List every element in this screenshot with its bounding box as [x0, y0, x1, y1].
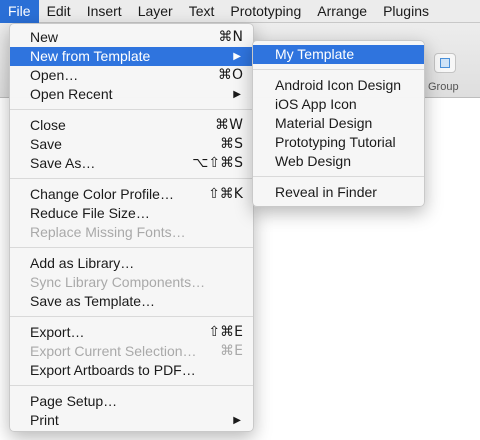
menu-item-change-color-profile[interactable]: Change Color Profile… ⇧⌘K [10, 185, 253, 204]
group-label: Group [428, 81, 459, 93]
menu-item-sync-library-components: Sync Library Components… [10, 273, 253, 292]
menu-bar: File Edit Insert Layer Text Prototyping … [0, 0, 480, 23]
menu-item-label: Save [30, 136, 62, 152]
menu-item-open[interactable]: Open… ⌘O [10, 66, 253, 85]
shortcut: ⇧⌘K [208, 186, 243, 202]
menu-item-label: Replace Missing Fonts… [30, 224, 186, 240]
menu-item-label: Close [30, 117, 66, 133]
menu-item-label: Open Recent [30, 86, 113, 102]
menu-separator [10, 247, 253, 248]
menu-item-label: Open… [30, 67, 79, 83]
submenu-item-template[interactable]: Web Design [253, 152, 424, 171]
submenu-item-template[interactable]: Prototyping Tutorial [253, 133, 424, 152]
menu-item-print[interactable]: Print ▶ [10, 411, 253, 430]
menu-separator [10, 385, 253, 386]
submenu-arrow-icon: ▶ [233, 415, 241, 426]
group-button[interactable] [434, 53, 456, 73]
menu-item-label: Save As… [30, 155, 96, 171]
shortcut: ⌥⇧⌘S [192, 155, 243, 171]
menu-separator [10, 109, 253, 110]
submenu-arrow-icon: ▶ [233, 89, 241, 100]
submenu-item-my-template[interactable]: My Template [253, 45, 424, 64]
menu-separator [10, 178, 253, 179]
menu-item-export-artboards-pdf[interactable]: Export Artboards to PDF… [10, 361, 253, 380]
menu-item-label: Add as Library… [30, 255, 135, 271]
menu-item-label: Save as Template… [30, 293, 156, 309]
menubar-insert[interactable]: Insert [79, 0, 130, 23]
menu-item-reduce-file-size[interactable]: Reduce File Size… [10, 204, 253, 223]
menu-item-open-recent[interactable]: Open Recent ▶ [10, 85, 253, 104]
menubar-file[interactable]: File [0, 0, 39, 23]
menu-item-label: Change Color Profile… [30, 186, 174, 202]
menu-item-label: New from Template [30, 48, 151, 64]
menubar-layer[interactable]: Layer [130, 0, 181, 23]
submenu-item-template[interactable]: iOS App Icon [253, 95, 424, 114]
template-submenu: My Template Android Icon Design iOS App … [252, 40, 425, 207]
menu-item-save[interactable]: Save ⌘S [10, 135, 253, 154]
menu-separator [253, 69, 424, 70]
menu-item-export[interactable]: Export… ⇧⌘E [10, 323, 253, 342]
shortcut: ⌘W [215, 117, 243, 133]
menu-separator [10, 316, 253, 317]
shortcut: ⌘O [217, 67, 243, 83]
menubar-text[interactable]: Text [181, 0, 223, 23]
menu-item-close[interactable]: Close ⌘W [10, 116, 253, 135]
submenu-arrow-icon: ▶ [233, 51, 241, 62]
group-icon [440, 58, 450, 68]
submenu-item-template[interactable]: Material Design [253, 114, 424, 133]
menubar-edit[interactable]: Edit [39, 0, 79, 23]
shortcut: ⌘N [218, 29, 243, 45]
menu-item-label: Reduce File Size… [30, 205, 150, 221]
menu-item-new[interactable]: New ⌘N [10, 28, 253, 47]
menubar-arrange[interactable]: Arrange [309, 0, 375, 23]
shortcut: ⌘E [220, 343, 243, 359]
menubar-prototyping[interactable]: Prototyping [222, 0, 309, 23]
menu-item-save-as-template[interactable]: Save as Template… [10, 292, 253, 311]
menu-item-label: Export Artboards to PDF… [30, 362, 196, 378]
menu-item-page-setup[interactable]: Page Setup… [10, 392, 253, 411]
menu-item-save-as[interactable]: Save As… ⌥⇧⌘S [10, 154, 253, 173]
menu-item-label: New [30, 29, 59, 45]
menu-item-replace-missing-fonts: Replace Missing Fonts… [10, 223, 253, 242]
menu-item-add-as-library[interactable]: Add as Library… [10, 254, 253, 273]
menu-item-label: Sync Library Components… [30, 274, 206, 290]
menu-item-export-current-selection: Export Current Selection… ⌘E [10, 342, 253, 361]
submenu-item-template[interactable]: Android Icon Design [253, 76, 424, 95]
menu-item-label: Export… [30, 324, 85, 340]
menu-item-label: Export Current Selection… [30, 343, 197, 359]
menu-item-new-from-template[interactable]: New from Template ▶ [10, 47, 253, 66]
submenu-item-reveal-in-finder[interactable]: Reveal in Finder [253, 183, 424, 202]
menu-separator [253, 176, 424, 177]
menu-item-label: Page Setup… [30, 393, 118, 409]
shortcut: ⇧⌘E [208, 324, 243, 340]
menu-item-label: Print [30, 412, 59, 428]
shortcut: ⌘S [220, 136, 243, 152]
menubar-plugins[interactable]: Plugins [375, 0, 437, 23]
file-menu: New ⌘N New from Template ▶ Open… ⌘O Open… [9, 23, 254, 432]
